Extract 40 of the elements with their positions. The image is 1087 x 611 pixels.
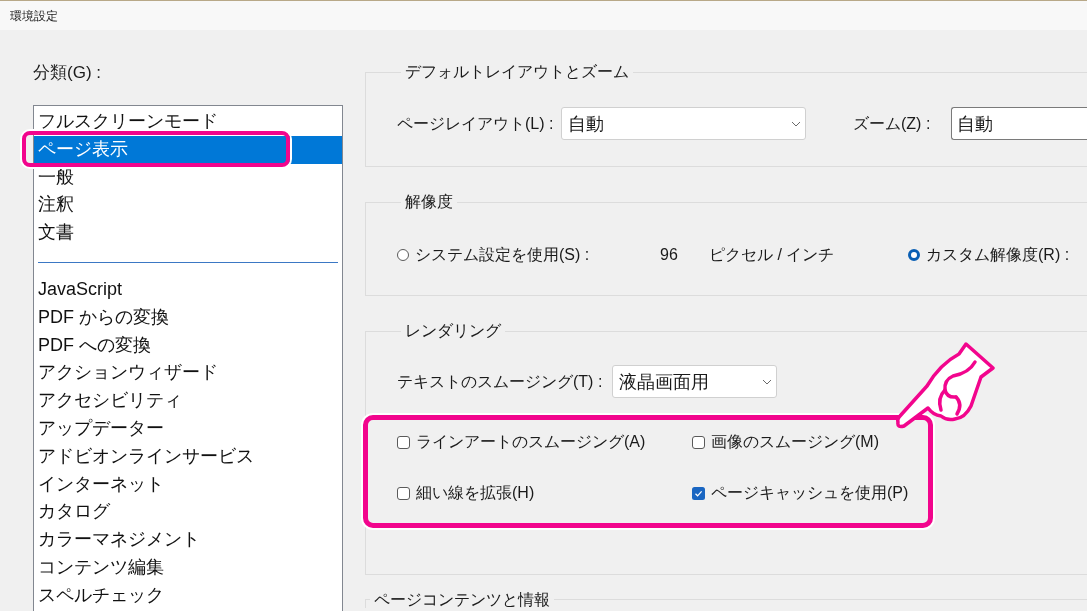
category-item[interactable]: JavaScript [34,276,127,304]
resolution-value: 96 [660,245,678,265]
category-label: 分類(G) : [33,63,101,83]
group-title: ページコンテンツと情報 [373,591,551,608]
text-smoothing-dropdown[interactable]: 液晶画面用 [612,365,777,398]
radio-option[interactable]: カスタム解像度(R) : [908,245,1070,265]
category-item[interactable]: 一般 [34,163,78,192]
unit-label: ピクセル / インチ [709,245,835,265]
checkbox-option[interactable]: ラインアートのスムージング(A) [397,432,646,452]
page-layout-dropdown[interactable]: 自動 [561,107,806,140]
field-label: ページレイアウト(L) : [397,113,554,134]
chevron-down-icon [762,378,772,385]
category-item[interactable]: コンテンツ編集 [34,553,168,582]
category-item[interactable]: フルスクリーンモード [34,108,222,136]
category-item[interactable]: アップデーター [34,414,168,443]
field-label: ズーム(Z) : [853,113,931,134]
category-item[interactable]: 注釈 [34,191,78,220]
category-item[interactable]: カラーマネジメント [34,526,204,554]
window-title: 環境設定 [10,7,58,24]
checkbox-option[interactable]: 画像のスムージング(M) [692,432,879,452]
zoom-combo-field[interactable]: 自動 [951,107,1087,140]
category-item[interactable]: アクセシビリティ [34,387,186,415]
category-item[interactable]: カタログ [34,498,114,527]
category-item[interactable]: スペルチェック [34,581,168,610]
checkbox-option[interactable]: ページキャッシュを使用(P) [692,483,909,503]
category-item[interactable]: アドビオンラインサービス [34,442,258,471]
category-item[interactable]: PDF からの変換 [34,303,173,332]
field-label: テキストのスムージング(T) : [397,371,603,392]
checkbox-option[interactable]: 細い線を拡張(H) [397,483,535,503]
group-title: デフォルトレイアウトとズーム [404,62,630,82]
chevron-down-icon [791,120,801,127]
category-item[interactable]: アクションウィザード [34,359,222,388]
category-item[interactable]: インターネット [34,470,168,499]
category-item[interactable]: ページ表示 [34,135,342,164]
category-item[interactable]: PDF への変換 [34,331,155,360]
group-title: レンダリング [404,321,502,341]
pointing-hand-icon [895,340,997,430]
group-title: 解像度 [404,192,454,212]
category-item[interactable]: 文書 [34,219,78,247]
radio-option[interactable]: システム設定を使用(S) : [397,245,590,265]
